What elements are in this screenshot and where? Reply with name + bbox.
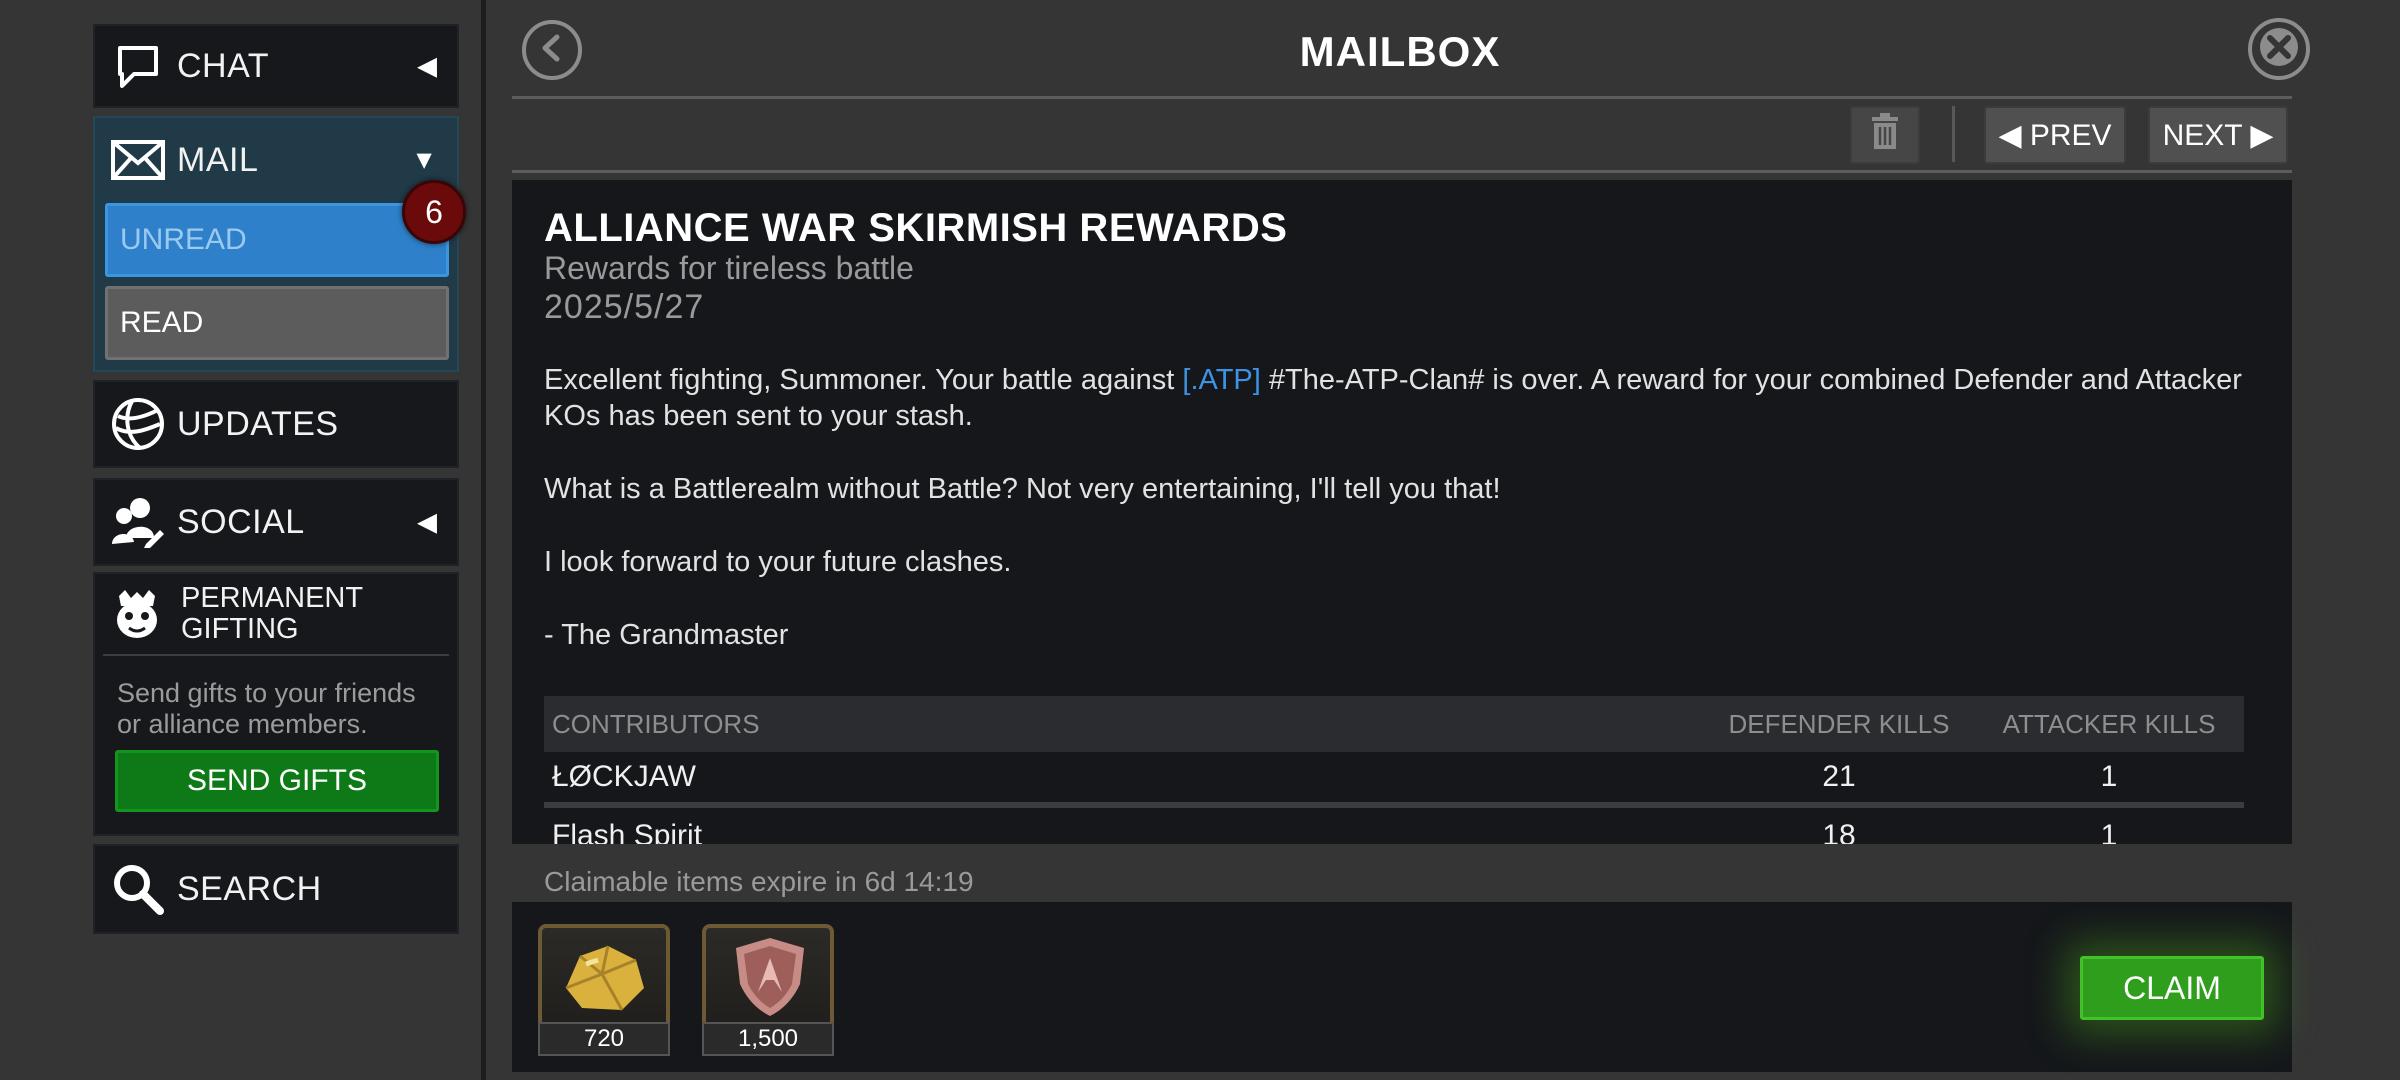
sidebar-item-search[interactable]: SEARCH (93, 844, 459, 934)
chat-bubble-icon (107, 35, 169, 97)
prev-button[interactable]: ◀ PREV (1984, 106, 2126, 164)
reward-item-alliance-points[interactable]: 1,500 (702, 924, 834, 1056)
claim-button[interactable]: CLAIM (2080, 956, 2264, 1020)
gifting-panel: PERMANENT GIFTING Send gifts to your frie… (93, 572, 459, 836)
page-title: MAILBOX (1299, 28, 1501, 75)
alliance-shield-icon (728, 934, 812, 1025)
reward-item-gold[interactable]: 720 (538, 924, 670, 1056)
reward-count: 720 (538, 1022, 670, 1056)
close-button[interactable] (2248, 18, 2310, 80)
sidebar: CHAT ◀ MAIL ▼ UNREAD READ 6 UPDATES SOCI… (0, 0, 486, 1080)
toolbar-separator (1952, 106, 1955, 162)
mail-paragraph: I look forward to your future clashes. (544, 546, 1012, 578)
table-row: ŁØCKJAW 21 1 (544, 752, 2244, 808)
expand-arrow-icon: ▼ (411, 144, 437, 175)
expire-notice: Claimable items expire in 6d 14:19 (544, 866, 974, 897)
mail-date: 2025/5/27 (544, 288, 705, 326)
sidebar-item-label: MAIL (177, 140, 259, 179)
defender-kills: 18 (1822, 819, 1856, 844)
rewards-panel: 720 1,500 CLAIM (512, 902, 2292, 1072)
attacker-kills: 1 (2100, 760, 2118, 793)
sidebar-item-label: SOCIAL (177, 502, 305, 541)
mail-paragraph: Excellent fighting, Summoner. Your battl… (544, 362, 2264, 434)
chevron-left-icon (537, 33, 567, 68)
alliance-tag: [.ATP] (1182, 364, 1261, 396)
gold-icon (552, 938, 656, 1023)
sidebar-item-label: CHAT (177, 46, 270, 85)
column-header-defender-kills: DEFENDER KILLS (1728, 708, 1950, 739)
people-icon (107, 491, 169, 553)
envelope-icon (107, 129, 169, 191)
collapse-arrow-icon: ◀ (417, 50, 437, 81)
header-divider (512, 96, 2292, 99)
reward-count: 1,500 (702, 1022, 834, 1056)
gifting-title: PERMANENT GIFTING (181, 583, 363, 645)
sidebar-item-mail: MAIL ▼ UNREAD READ (93, 116, 459, 372)
collapse-arrow-icon: ◀ (417, 506, 437, 537)
column-header-contributors: CONTRIBUTORS (552, 708, 760, 739)
back-button[interactable] (522, 20, 582, 80)
globe-icon (107, 393, 169, 455)
mail-subtitle: Rewards for tireless battle (544, 250, 914, 286)
mail-signature: - The Grandmaster (544, 619, 789, 651)
sidebar-item-label: SEARCH (177, 869, 322, 908)
mail-paragraph: What is a Battlerealm without Battle? No… (544, 473, 1501, 505)
trash-icon (1870, 112, 1900, 158)
unread-count-badge: 6 (402, 180, 466, 244)
sidebar-item-updates[interactable]: UPDATES (93, 380, 459, 468)
mail-header[interactable]: MAIL ▼ (95, 118, 457, 202)
sidebar-item-social[interactable]: SOCIAL ◀ (93, 478, 459, 566)
unread-filter-button[interactable]: UNREAD (105, 203, 449, 277)
mail-title: ALLIANCE WAR SKIRMISH REWARDS (544, 206, 1288, 250)
gift-character-icon (107, 584, 167, 644)
table-header: CONTRIBUTORS DEFENDER KILLS ATTACKER KIL… (544, 696, 2244, 752)
contributor-name: Flash Spirit (552, 819, 703, 844)
contributor-name: ŁØCKJAW (552, 760, 696, 793)
send-gifts-button[interactable]: SEND GIFTS (115, 750, 439, 812)
sidebar-item-chat[interactable]: CHAT ◀ (93, 24, 459, 108)
attacker-kills: 1 (2100, 819, 2118, 844)
gifting-title-line1: PERMANENT (181, 582, 364, 614)
contributors-table: CONTRIBUTORS DEFENDER KILLS ATTACKER KIL… (544, 696, 2244, 844)
mail-content-panel[interactable]: ALLIANCE WAR SKIRMISH REWARDS Rewards fo… (512, 180, 2292, 844)
table-row: Flash Spirit 18 1 (544, 808, 2244, 844)
defender-kills: 21 (1822, 760, 1856, 793)
read-filter-button[interactable]: READ (105, 286, 449, 360)
mail-body: Excellent fighting, Summoner. Your battl… (544, 362, 2264, 690)
next-button[interactable]: NEXT ▶ (2148, 106, 2288, 164)
close-icon (2259, 27, 2299, 72)
sidebar-item-label: UPDATES (177, 404, 339, 443)
search-icon (107, 858, 169, 920)
column-header-attacker-kills: ATTACKER KILLS (2002, 708, 2216, 739)
mail-text: Excellent fighting, Summoner. Your battl… (544, 364, 1183, 396)
delete-button[interactable] (1850, 106, 1920, 164)
gifting-title-line2: GIFTING (181, 613, 299, 645)
toolbar-divider (512, 170, 2292, 173)
mailbox-screen: CHAT ◀ MAIL ▼ UNREAD READ 6 UPDATES SOCI… (0, 0, 2400, 1080)
gifting-description: Send gifts to your friends or alliance m… (117, 678, 416, 739)
